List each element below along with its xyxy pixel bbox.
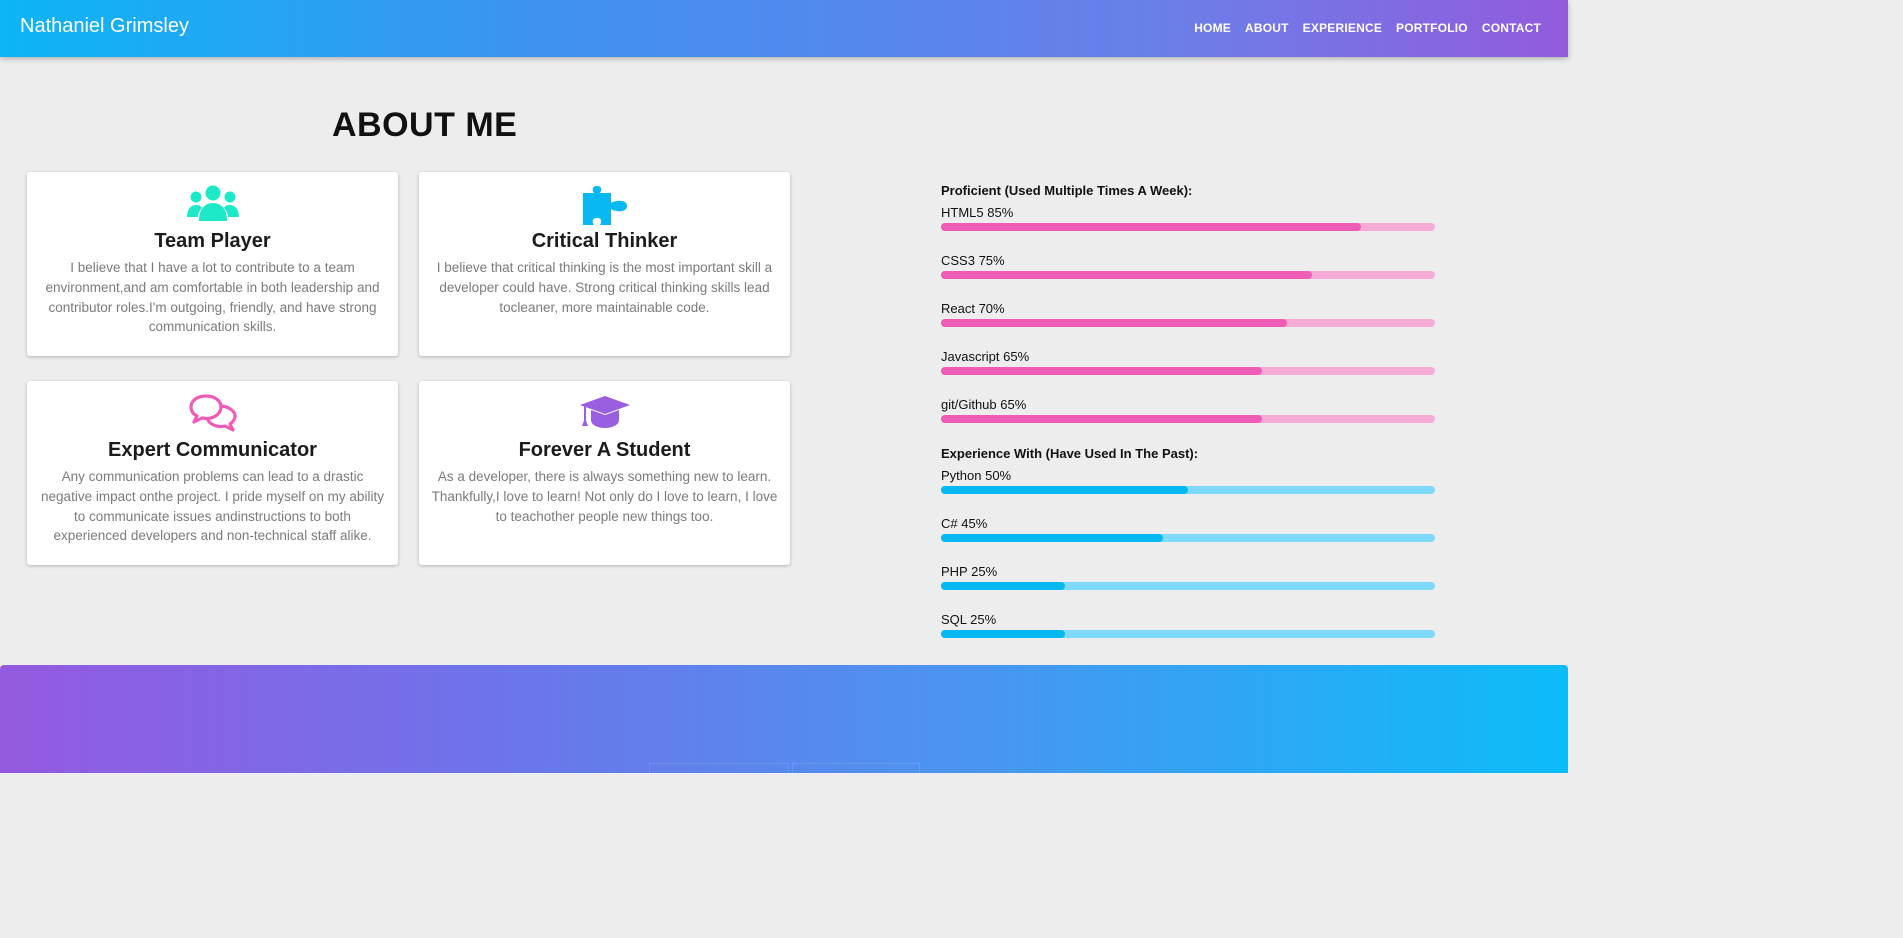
skill-item: git/Github 65%	[941, 397, 1435, 423]
puzzle-piece-icon	[582, 185, 628, 232]
skill-bar	[941, 319, 1435, 327]
skill-bar-fill	[941, 415, 1263, 423]
skill-label: git/Github 65%	[941, 397, 1027, 412]
card-title: Team Player	[154, 230, 271, 252]
users-icon	[186, 185, 239, 228]
skill-bar	[941, 415, 1435, 423]
skill-bar	[941, 630, 1435, 638]
skill-item: Javascript 65%	[941, 349, 1435, 375]
skill-item: CSS3 75%	[941, 253, 1435, 279]
nav-portfolio[interactable]: PORTFOLIO	[1396, 21, 1468, 35]
skill-label: React 70%	[941, 301, 1005, 316]
skill-bar	[941, 582, 1435, 590]
skill-label: HTML5 85%	[941, 205, 1014, 220]
about-card-expert-communicator: Expert Communicator Any communication pr…	[27, 381, 398, 565]
about-title: ABOUT ME	[332, 106, 518, 144]
skills-heading: Experience With (Have Used In The Past):	[941, 446, 1199, 461]
skill-bar-fill	[941, 367, 1263, 375]
skill-label: Python 50%	[941, 468, 1012, 483]
skill-item: C# 45%	[941, 516, 1435, 542]
skill-item: SQL 25%	[941, 612, 1435, 638]
skill-bar-fill	[941, 534, 1164, 542]
skill-bar	[941, 367, 1435, 375]
main-nav: HOME ABOUT EXPERIENCE PORTFOLIO CONTACT	[1180, 21, 1541, 35]
comments-icon	[188, 394, 237, 437]
skill-bar	[941, 534, 1435, 542]
graduation-cap-icon	[579, 394, 631, 435]
skill-label: CSS3 75%	[941, 253, 1005, 268]
skill-label: SQL 25%	[941, 612, 997, 627]
section-tab	[649, 763, 789, 775]
nav-experience[interactable]: EXPERIENCE	[1303, 21, 1382, 35]
card-text: As a developer, there is always somethin…	[431, 469, 778, 524]
skill-bar	[941, 486, 1435, 494]
skills-heading: Proficient (Used Multiple Times A Week):	[941, 183, 1193, 198]
skill-item: React 70%	[941, 301, 1435, 327]
skill-bar-fill	[941, 486, 1188, 494]
skill-bar-fill	[941, 630, 1065, 638]
skill-bar-fill	[941, 223, 1361, 231]
navbar: Nathaniel Grimsley HOME ABOUT EXPERIENCE…	[0, 0, 1568, 57]
skill-label: Javascript 65%	[941, 349, 1030, 364]
nav-home[interactable]: HOME	[1194, 21, 1231, 35]
card-text: I believe that I have a lot to contribut…	[45, 260, 380, 335]
brand-link[interactable]: Nathaniel Grimsley	[20, 15, 189, 38]
card-title: Expert Communicator	[108, 439, 317, 461]
skill-bar-fill	[941, 271, 1312, 279]
next-section-band	[0, 665, 1568, 775]
skill-bar-fill	[941, 319, 1287, 327]
about-card-critical-thinker: Critical Thinker I believe that critical…	[419, 172, 790, 356]
skills-proficient: Proficient (Used Multiple Times A Week):…	[941, 183, 1435, 445]
skills-experience: Experience With (Have Used In The Past):…	[941, 446, 1435, 660]
nav-about[interactable]: ABOUT	[1245, 21, 1289, 35]
about-card-forever-a-student: Forever A Student As a developer, there …	[419, 381, 790, 565]
skill-bar	[941, 223, 1435, 231]
nav-contact[interactable]: CONTACT	[1482, 21, 1541, 35]
card-text: I believe that critical thinking is the …	[436, 260, 773, 315]
skill-item: HTML5 85%	[941, 205, 1435, 231]
skill-label: C# 45%	[941, 516, 988, 531]
card-title: Forever A Student	[518, 439, 691, 461]
skill-label: PHP 25%	[941, 564, 998, 579]
skill-bar	[941, 271, 1435, 279]
skill-item: Python 50%	[941, 468, 1435, 494]
skill-item: PHP 25%	[941, 564, 1435, 590]
section-tab	[792, 763, 920, 775]
card-text: Any communication problems can lead to a…	[41, 469, 384, 544]
skill-bar-fill	[941, 582, 1065, 590]
card-title: Critical Thinker	[531, 230, 678, 252]
about-card-team-player: Team Player I believe that I have a lot …	[27, 172, 398, 356]
